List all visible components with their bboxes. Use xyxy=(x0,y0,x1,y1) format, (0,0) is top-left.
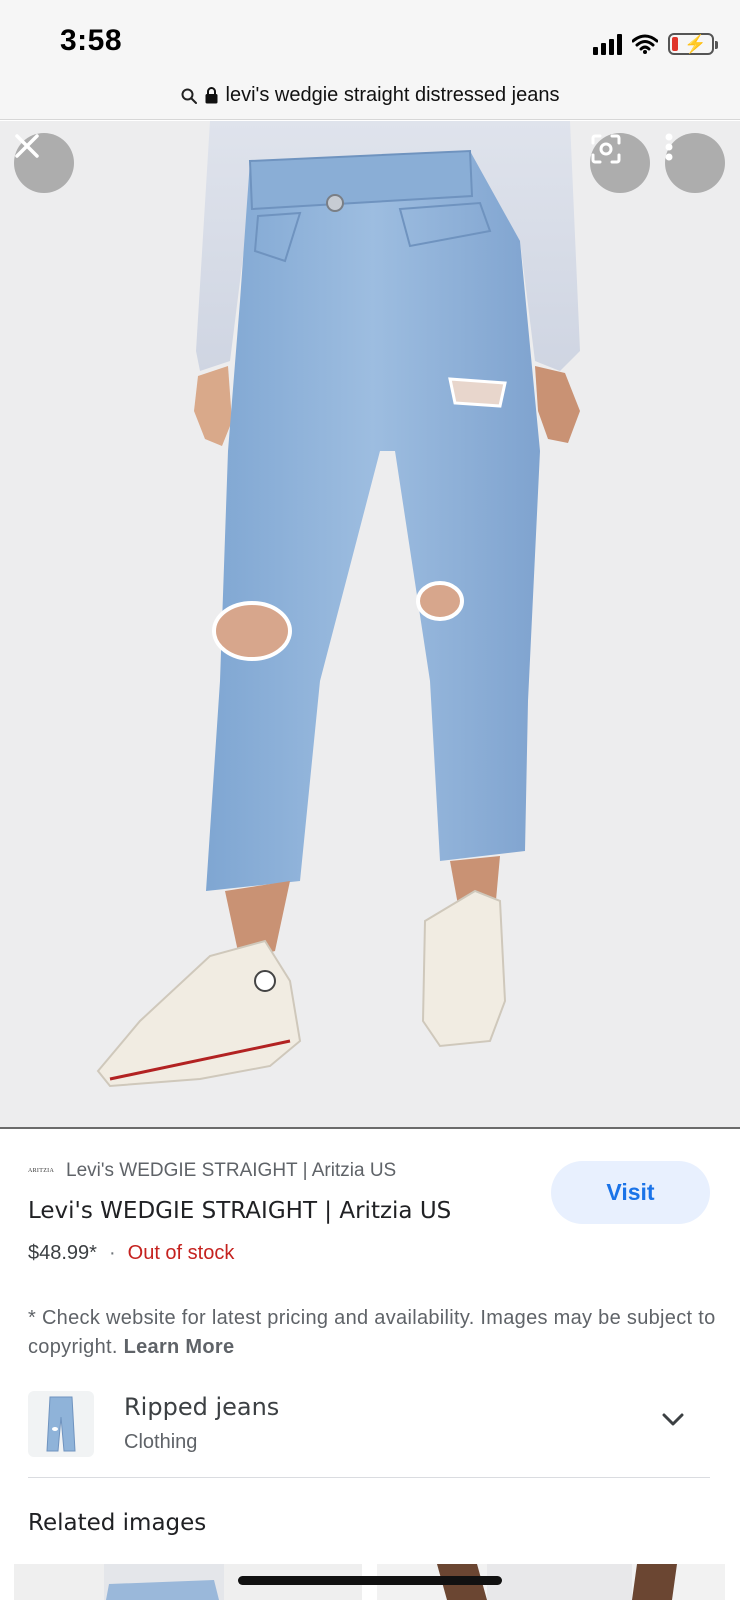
learn-more-link[interactable]: Learn More xyxy=(124,1336,235,1358)
stock-status: Out of stock xyxy=(127,1242,235,1264)
product-title[interactable]: Levi's WEDGIE STRAIGHT | Aritzia US xyxy=(28,1198,451,1224)
url-bar[interactable]: levi's wedgie straight distressed jeans xyxy=(0,72,740,120)
related-images-title: Related images xyxy=(28,1510,207,1536)
more-options-button[interactable] xyxy=(665,133,725,193)
chevron-down-icon[interactable] xyxy=(662,1413,684,1427)
home-indicator[interactable] xyxy=(238,1576,502,1585)
url-text: levi's wedgie straight distressed jeans xyxy=(225,84,560,106)
wifi-icon xyxy=(632,34,658,54)
lens-icon xyxy=(591,134,621,164)
divider xyxy=(28,1477,710,1478)
source-logo: ARITZIA xyxy=(28,1168,55,1174)
status-time: 3:58 xyxy=(60,24,123,57)
jeans-photo xyxy=(96,121,580,1088)
visit-button[interactable]: Visit xyxy=(551,1161,710,1224)
disclaimer: * Check website for latest pricing and a… xyxy=(28,1304,718,1362)
category-title: Ripped jeans xyxy=(124,1393,280,1421)
price-row: $48.99* · Out of stock xyxy=(28,1242,234,1265)
status-bar: 3:58 ⚡ xyxy=(0,0,740,72)
separator: · xyxy=(108,1242,116,1264)
category-thumbnail xyxy=(28,1391,94,1457)
close-button[interactable] xyxy=(14,133,74,193)
lens-search-button[interactable] xyxy=(590,133,650,193)
product-image[interactable] xyxy=(0,121,740,1129)
price: $48.99* xyxy=(28,1242,97,1264)
search-icon xyxy=(181,88,197,104)
more-vert-icon xyxy=(665,133,673,161)
close-icon xyxy=(15,134,39,158)
lock-icon xyxy=(205,87,217,104)
source-name: Levi's WEDGIE STRAIGHT | Aritzia US xyxy=(66,1160,397,1181)
cellular-signal-icon xyxy=(593,33,622,55)
source-row[interactable]: ARITZIA Levi's WEDGIE STRAIGHT | Aritzia… xyxy=(28,1160,396,1182)
category-subtitle: Clothing xyxy=(124,1431,198,1453)
category-row[interactable]: Ripped jeans Clothing xyxy=(28,1391,710,1457)
status-icons: ⚡ xyxy=(593,30,718,58)
battery-icon: ⚡ xyxy=(668,33,718,55)
